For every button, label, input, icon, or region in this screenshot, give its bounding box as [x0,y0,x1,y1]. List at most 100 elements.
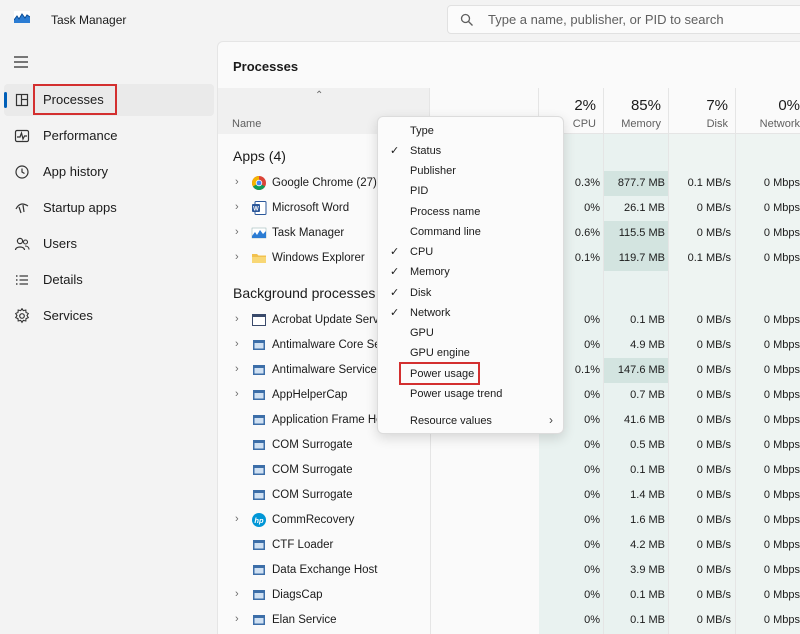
folder-icon [252,254,266,263]
menu-item-memory[interactable]: ✓ Memory [378,262,565,282]
process-name: Windows Explorer [272,252,365,264]
menu-item-disk[interactable]: ✓ Disk [378,283,565,303]
cpu-value: 0.6% [574,227,600,239]
cpu-value: 0% [584,339,600,351]
expand-chevron-icon[interactable]: › [235,388,239,400]
menu-item-label: GPU engine [410,347,470,359]
expand-chevron-icon[interactable]: › [235,588,239,600]
menu-item-command-line[interactable]: Command line [378,222,565,242]
network-value: 0 Mbps [763,564,800,576]
network-value: 0 Mbps [763,439,800,451]
cpu-value: 0% [584,389,600,401]
sidebar-item-performance[interactable]: Performance [4,120,214,152]
sidebar-item-services[interactable]: Services [4,300,214,332]
process-row[interactable]: › DiagsCap 0% 0.1 MB 0 MB/s 0 Mbps [218,583,800,608]
power-usage-highlight [399,362,480,385]
network-value: 0 Mbps [763,539,800,551]
network-column-header[interactable]: 0% Network [735,88,800,134]
menu-item-power-usage-trend[interactable]: Power usage trend [378,384,565,404]
network-value: 0 Mbps [763,227,800,239]
disk-value: 0 MB/s [696,227,731,239]
network-total: 0% [778,97,800,114]
disk-value: 0 MB/s [696,514,731,526]
service-icon [253,540,265,550]
process-row[interactable]: CTF Loader 0% 4.2 MB 0 MB/s 0 Mbps [218,533,800,558]
process-name: Data Exchange Host [272,564,378,576]
process-row[interactable]: COM Surrogate 0% 1.4 MB 0 MB/s 0 Mbps [218,483,800,508]
hamburger-menu-icon[interactable] [13,56,29,68]
menu-item-label: CPU [410,246,434,258]
cpu-value: 0% [584,514,600,526]
menu-item-gpu[interactable]: GPU [378,323,565,343]
memory-value: 147.6 MB [617,364,665,376]
network-value: 0 Mbps [763,202,800,214]
checkmark-icon: ✓ [390,266,400,278]
cpu-value: 0% [584,414,600,426]
expand-chevron-icon[interactable]: › [235,513,239,525]
process-name: Google Chrome (27) [272,177,377,189]
memory-column-header[interactable]: 85% Memory [603,88,669,134]
menu-item-gpu-engine[interactable]: GPU engine [378,343,565,363]
menu-item-label: Command line [410,226,481,238]
menu-item-process-name[interactable]: Process name [378,202,565,222]
process-name: COM Surrogate [272,464,353,476]
expand-chevron-icon[interactable]: › [235,338,239,350]
process-row[interactable]: › Elan Service 0% 0.1 MB 0 MB/s 0 Mbps [218,608,800,633]
sidebar-item-label: App history [43,164,109,179]
cpu-value: 0% [584,539,600,551]
expand-chevron-icon[interactable]: › [235,363,239,375]
process-name: Task Manager [272,227,345,239]
search-input[interactable] [488,12,788,27]
memory-value: 3.9 MB [630,564,665,576]
expand-chevron-icon[interactable]: › [235,613,239,625]
service-icon [253,565,265,575]
disk-value: 0 MB/s [696,589,731,601]
expand-chevron-icon[interactable]: › [235,176,239,188]
menu-item-status[interactable]: ✓ Status [378,141,565,161]
sidebar-item-details[interactable]: Details [4,264,214,296]
disk-value: 0 MB/s [696,539,731,551]
menu-item-network[interactable]: ✓ Network [378,303,565,323]
process-row[interactable]: Data Exchange Host 0% 3.9 MB 0 MB/s 0 Mb… [218,558,800,583]
network-value: 0 Mbps [763,252,800,264]
process-name: COM Surrogate [272,489,353,501]
expand-chevron-icon[interactable]: › [235,226,239,238]
startup-icon [15,203,29,214]
submenu-arrow-icon: › [549,413,553,427]
network-value: 0 Mbps [763,589,800,601]
process-name: COM Surrogate [272,439,353,451]
disk-column-label: Disk [706,118,728,130]
network-value: 0 Mbps [763,339,800,351]
sidebar-item-startup-apps[interactable]: Startup apps [4,192,214,224]
expand-chevron-icon[interactable]: › [235,201,239,213]
menu-item-resource-values[interactable]: Resource values › [378,411,565,431]
sidebar-item-app-history[interactable]: App history [4,156,214,188]
cpu-value: 0.1% [574,252,600,264]
disk-column-header[interactable]: 7% Disk [668,88,736,134]
menu-item-pid[interactable]: PID [378,181,565,201]
service-icon [253,365,265,375]
memory-total: 85% [630,97,661,114]
sidebar-item-users[interactable]: Users [4,228,214,260]
cpu-value: 0.3% [574,177,600,189]
process-name: DiagsCap [272,589,323,601]
svg-text:hp: hp [254,516,264,525]
cpu-total: 2% [574,97,596,114]
svg-text:W: W [253,207,259,213]
network-value: 0 Mbps [763,464,800,476]
expand-chevron-icon[interactable]: › [235,251,239,263]
disk-total: 7% [706,97,728,114]
menu-item-publisher[interactable]: Publisher [378,161,565,181]
sidebar-item-label: Users [43,236,77,251]
process-row[interactable]: › hp CommRecovery 0% 1.6 MB 0 MB/s 0 Mbp… [218,508,800,533]
menu-item-label: Status [410,145,442,157]
page-title: Processes [233,59,299,74]
service-icon [253,465,265,475]
search-box[interactable] [447,5,800,34]
network-value: 0 Mbps [763,514,800,526]
process-row[interactable]: COM Surrogate 0% 0.5 MB 0 MB/s 0 Mbps [218,433,800,458]
menu-item-type[interactable]: Type [378,121,565,141]
process-row[interactable]: COM Surrogate 0% 0.1 MB 0 MB/s 0 Mbps [218,458,800,483]
menu-item-cpu[interactable]: ✓ CPU [378,242,565,262]
expand-chevron-icon[interactable]: › [235,313,239,325]
